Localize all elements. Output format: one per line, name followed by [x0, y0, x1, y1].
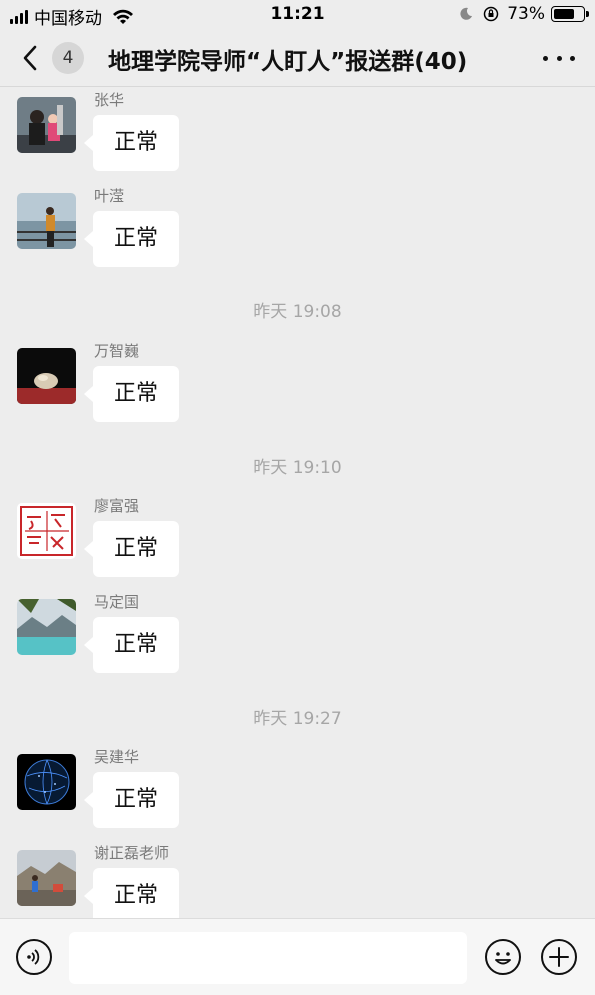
battery-icon [551, 6, 589, 22]
avatar[interactable] [17, 348, 76, 404]
sender-name: 廖富强 [94, 497, 140, 515]
sender-name: 吴建华 [94, 748, 140, 766]
avatar-photo-mountain [17, 850, 76, 906]
message-bubble[interactable]: 正常 [84, 521, 179, 577]
avatar[interactable] [17, 97, 76, 153]
voice-button[interactable] [16, 939, 52, 975]
message-bubble[interactable]: 正常 [84, 366, 179, 422]
avatar-photo-lake [17, 599, 76, 655]
message-list[interactable]: 张华 正常 叶滢 正常 昨天 19:08 万智巍 正常 昨天 19:10 廖富强… [0, 87, 595, 918]
emoji-icon [495, 952, 511, 965]
chat-title: 地理学院导师“人盯人”报送群(40) [108, 49, 468, 75]
sender-name: 叶滢 [94, 187, 125, 205]
plus-icon [549, 947, 569, 967]
unread-count-badge[interactable]: 4 [52, 42, 84, 74]
emoji-button[interactable] [485, 939, 521, 975]
avatar[interactable] [17, 193, 76, 249]
more-options-button[interactable] [543, 46, 575, 70]
message-bubble[interactable]: 正常 [84, 617, 179, 673]
message-bubble[interactable]: 正常 [84, 772, 179, 828]
message-input[interactable] [69, 932, 467, 984]
chat-header: 4 地理学院导师“人盯人”报送群(40) [0, 30, 595, 87]
avatar[interactable] [17, 599, 76, 655]
chevron-left-icon [23, 45, 37, 71]
sender-name: 张华 [94, 91, 125, 109]
message-bubble[interactable]: 正常 [84, 115, 179, 171]
voice-icon [27, 949, 40, 965]
timestamp: 昨天 19:08 [253, 302, 342, 322]
message-bubble[interactable]: 正常 [84, 868, 179, 918]
timestamp: 昨天 19:27 [253, 709, 342, 729]
moon-icon [460, 7, 473, 20]
avatar-seal-stamp [17, 503, 76, 559]
sender-name: 马定国 [94, 593, 140, 611]
more-dot-icon [543, 55, 548, 61]
status-bar: 中国移动 11:21 73% [0, 0, 595, 30]
input-bar [0, 918, 595, 995]
plus-button[interactable] [541, 939, 577, 975]
avatar[interactable] [17, 754, 76, 810]
rotation-lock-icon [483, 6, 499, 22]
avatar[interactable] [17, 503, 76, 559]
avatar-photo-stone [17, 348, 76, 404]
status-right: 73% [459, 4, 589, 24]
sender-name: 谢正磊老师 [94, 844, 170, 862]
sender-name: 万智巍 [94, 342, 140, 360]
avatar-photo-seaside [17, 193, 76, 249]
message-bubble[interactable]: 正常 [84, 211, 179, 267]
avatar[interactable] [17, 850, 76, 906]
more-dot-icon [570, 55, 575, 61]
battery-label: 73% [507, 4, 545, 24]
avatar-photo-parent-child [17, 97, 76, 153]
battery-fill [554, 9, 574, 19]
timestamp: 昨天 19:10 [253, 458, 342, 478]
more-dot-icon [556, 55, 562, 61]
avatar-photo-globe [17, 754, 76, 810]
